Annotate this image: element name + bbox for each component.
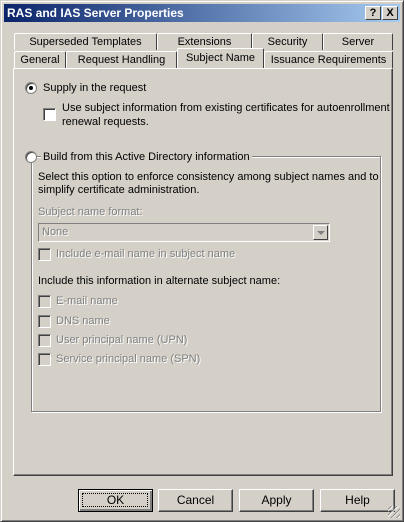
- window-title: RAS and IAS Server Properties: [7, 6, 184, 20]
- alt-dns-checkbox[interactable]: [38, 315, 51, 328]
- build-description-2: simplify certificate administration.: [38, 184, 200, 196]
- tab-server[interactable]: Server: [323, 33, 393, 50]
- cancel-button[interactable]: Cancel: [158, 489, 233, 512]
- properties-dialog: RAS and IAS Server Properties ? X Supers…: [0, 0, 404, 522]
- close-icon[interactable]: X: [382, 6, 398, 20]
- use-existing-cert-checkbox[interactable]: [43, 108, 56, 121]
- tab-issuance-requirements[interactable]: Issuance Requirements: [264, 51, 393, 68]
- ok-button[interactable]: OK: [78, 489, 153, 512]
- alt-upn-checkbox[interactable]: [38, 334, 51, 347]
- tab-general[interactable]: General: [14, 51, 66, 68]
- alt-email-checkbox[interactable]: [38, 295, 51, 308]
- include-email-subject-label: Include e-mail name in subject name: [56, 248, 236, 260]
- alt-dns-label: DNS name: [56, 315, 110, 327]
- build-from-ad-label: Build from this Active Directory informa…: [41, 151, 252, 163]
- supply-in-request-label: Supply in the request: [43, 82, 147, 94]
- use-existing-cert-label-2: renewal requests.: [62, 116, 149, 128]
- supply-in-request-radio[interactable]: [25, 82, 37, 94]
- subject-name-format-value: None: [42, 226, 69, 238]
- tab-request-handling[interactable]: Request Handling: [66, 51, 177, 68]
- apply-button[interactable]: Apply: [239, 489, 314, 512]
- build-from-ad-radio[interactable]: [25, 151, 37, 163]
- help-button[interactable]: Help: [320, 489, 395, 512]
- resize-grip-icon[interactable]: [388, 506, 400, 518]
- alt-spn-label: Service principal name (SPN): [56, 353, 201, 365]
- include-email-subject-checkbox[interactable]: [38, 248, 51, 261]
- build-description-1: Select this option to enforce consistenc…: [38, 171, 379, 183]
- tab-superseded-templates[interactable]: Superseded Templates: [14, 33, 157, 50]
- use-existing-cert-label-1: Use subject information from existing ce…: [62, 102, 390, 114]
- chevron-down-icon[interactable]: [313, 225, 328, 240]
- alternate-subject-header: Include this information in alternate su…: [38, 275, 281, 287]
- help-caption-button[interactable]: ?: [365, 6, 381, 20]
- alt-spn-checkbox[interactable]: [38, 353, 51, 366]
- alt-email-label: E-mail name: [56, 295, 118, 307]
- subject-name-format-label: Subject name format:: [38, 206, 143, 218]
- title-bar[interactable]: RAS and IAS Server Properties ? X: [4, 4, 400, 22]
- subject-name-format-combo[interactable]: None: [38, 223, 330, 242]
- alt-upn-label: User principal name (UPN): [56, 334, 188, 346]
- tab-subject-name[interactable]: Subject Name: [177, 48, 264, 68]
- ok-button-label: OK: [106, 493, 125, 507]
